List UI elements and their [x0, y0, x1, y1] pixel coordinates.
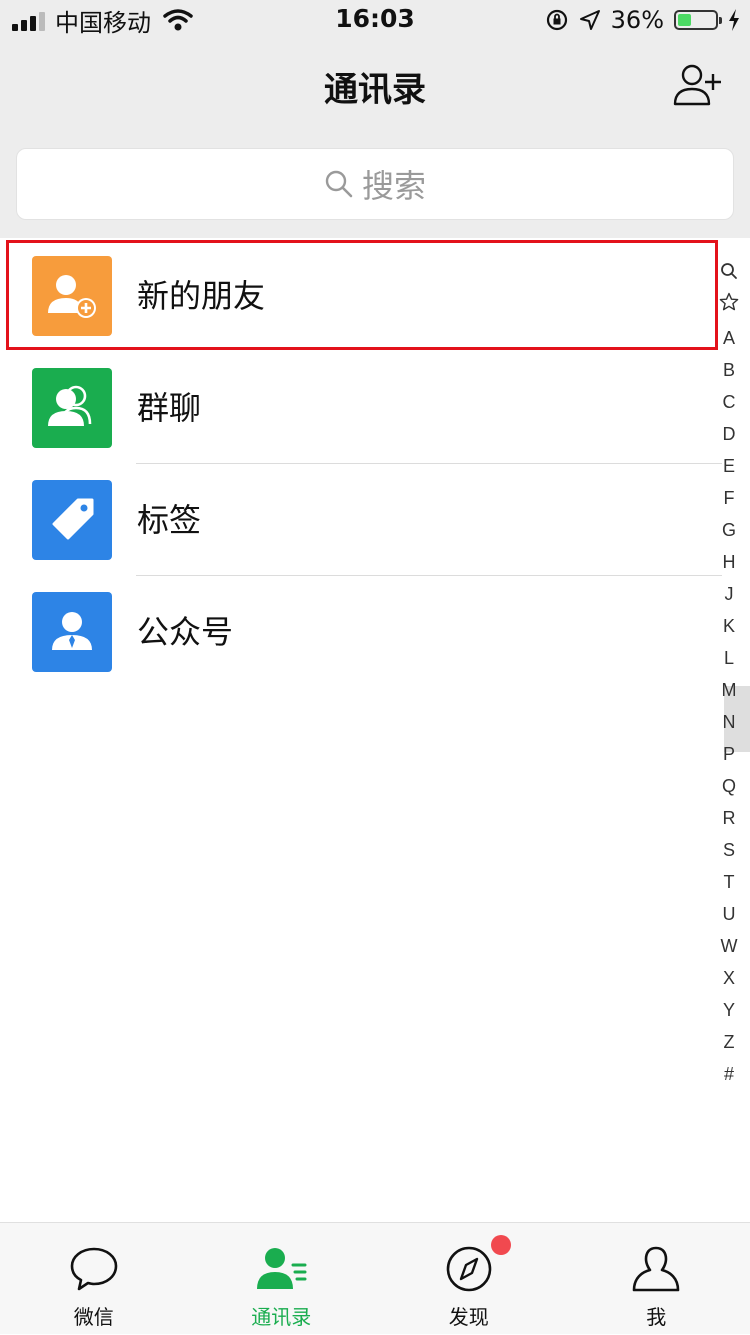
group-chat-icon [32, 368, 112, 448]
new-friend-icon [32, 256, 112, 336]
list-item-group-chats[interactable]: 群聊 [0, 352, 722, 464]
list-item-label: 标签 [137, 464, 201, 576]
list-item-label: 群聊 [137, 352, 201, 464]
index-letter[interactable]: Q [708, 770, 750, 802]
alphabet-index-bar[interactable]: ABCDEFGHJKLMNPQRSTUWXYZ# [708, 258, 750, 1090]
tab-contacts[interactable]: 通讯录 [188, 1223, 376, 1335]
battery-icon [674, 10, 718, 30]
index-letter[interactable]: D [708, 418, 750, 450]
index-search-icon[interactable] [708, 258, 750, 290]
index-letter[interactable]: # [708, 1058, 750, 1090]
list-item-official-accounts[interactable]: 公众号 [0, 576, 722, 688]
tab-discover[interactable]: 发现 [375, 1223, 563, 1335]
rotation-lock-icon [545, 8, 569, 32]
index-letter[interactable]: M [708, 674, 750, 706]
index-letter[interactable]: H [708, 546, 750, 578]
battery-percent: 36% [611, 6, 664, 34]
index-letter[interactable]: W [708, 930, 750, 962]
tab-label: 我 [563, 1301, 750, 1330]
index-letter[interactable]: S [708, 834, 750, 866]
index-letter[interactable]: L [708, 642, 750, 674]
page-title: 通讯录 [0, 62, 750, 111]
list-item-label: 公众号 [137, 576, 233, 688]
contacts-icon [255, 1245, 307, 1293]
index-letter[interactable]: T [708, 866, 750, 898]
index-letter[interactable]: Z [708, 1026, 750, 1058]
list-item-label: 新的朋友 [137, 240, 265, 352]
index-letter[interactable]: U [708, 898, 750, 930]
index-letter[interactable]: X [708, 962, 750, 994]
compass-icon [443, 1245, 495, 1293]
tab-label: 发现 [375, 1301, 563, 1330]
index-letter[interactable]: A [708, 322, 750, 354]
status-bar: 中国移动 16:03 36% [0, 0, 750, 40]
index-star-icon[interactable] [708, 290, 750, 322]
notification-badge [491, 1235, 511, 1255]
nav-bar: 通讯录 [0, 40, 750, 132]
tab-label: 微信 [0, 1301, 188, 1330]
person-icon [630, 1245, 682, 1293]
contacts-function-list: 新的朋友 群聊 标签 [0, 240, 722, 688]
index-letter[interactable]: N [708, 706, 750, 738]
official-account-icon [32, 592, 112, 672]
list-item-tags[interactable]: 标签 [0, 464, 722, 576]
index-letter[interactable]: F [708, 482, 750, 514]
tag-icon [32, 480, 112, 560]
index-letter[interactable]: B [708, 354, 750, 386]
search-placeholder: 搜索 [362, 161, 426, 207]
search-icon [324, 169, 354, 199]
tab-label: 通讯录 [188, 1301, 376, 1330]
index-letter[interactable]: C [708, 386, 750, 418]
tab-bar: 微信 通讯录 发现 我 [0, 1222, 750, 1334]
add-contact-icon[interactable] [672, 62, 722, 108]
chat-bubble-icon [68, 1245, 120, 1293]
index-letter[interactable]: R [708, 802, 750, 834]
index-letter[interactable]: Y [708, 994, 750, 1026]
index-letter[interactable]: G [708, 514, 750, 546]
tab-chats[interactable]: 微信 [0, 1223, 188, 1335]
search-area: 搜索 [0, 132, 750, 238]
tab-me[interactable]: 我 [563, 1223, 750, 1335]
index-letter[interactable]: K [708, 610, 750, 642]
index-letter[interactable]: P [708, 738, 750, 770]
charging-bolt-icon [728, 9, 740, 31]
location-arrow-icon [579, 9, 601, 31]
index-letter[interactable]: J [708, 578, 750, 610]
search-input[interactable]: 搜索 [16, 148, 734, 220]
status-right: 36% [545, 6, 740, 34]
list-item-new-friends[interactable]: 新的朋友 [0, 240, 722, 352]
index-letter[interactable]: E [708, 450, 750, 482]
